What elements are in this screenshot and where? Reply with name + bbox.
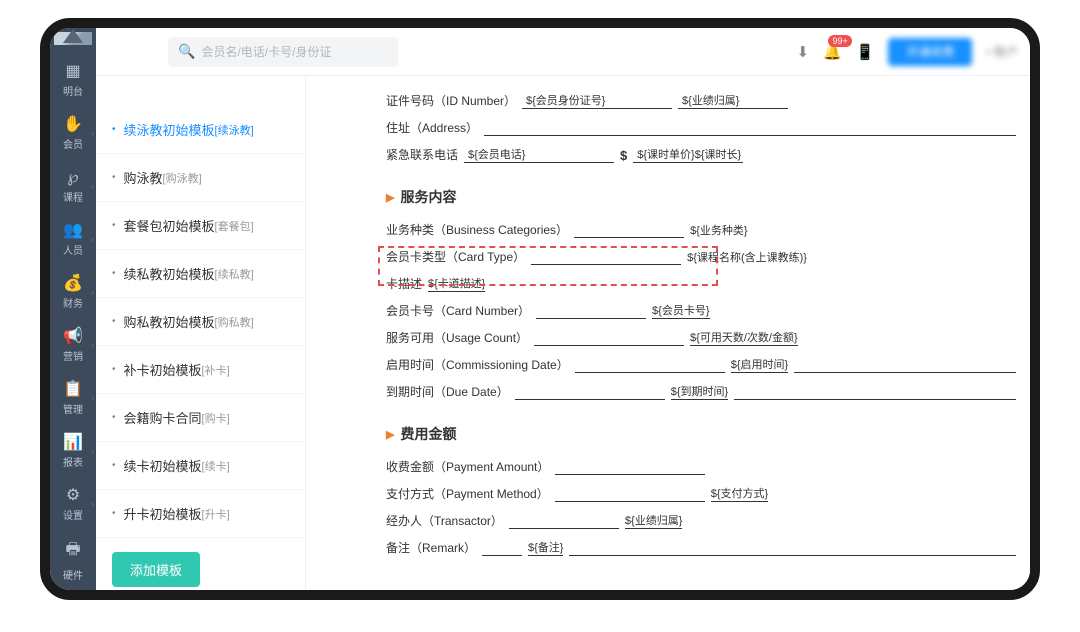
- printer-icon: 🖶: [50, 538, 96, 565]
- row-commission-date: 启用时间（Commissioning Date） ${启用时间}: [386, 356, 1016, 373]
- clipboard-icon: 📋: [50, 379, 96, 399]
- template-sidebar: 续泳教初始模板[续泳教] 购泳教[购泳教] 套餐包初始模板[套餐包] 续私教初始…: [96, 76, 306, 590]
- row-payment-method: 支付方式（Payment Method） ${支付方式}: [386, 485, 1016, 502]
- nav-finance[interactable]: 💰财务›: [50, 265, 96, 318]
- row-card-number: 会员卡号（Card Number） ${会员卡号}: [386, 302, 1016, 319]
- tablet-frame: ▦明台 ✋会员› ℘课程› 👥人员› 💰财务› 📢营销› 📋管理› 📊报表› ⚙…: [40, 18, 1040, 600]
- bell-icon[interactable]: 🔔99+: [823, 43, 842, 61]
- row-transactor: 经办人（Transactor） ${业绩归属}: [386, 512, 1016, 529]
- course-icon: ℘: [50, 167, 96, 187]
- template-item[interactable]: 套餐包初始模板[套餐包]: [96, 202, 305, 250]
- avatar[interactable]: [54, 32, 92, 45]
- row-card-description: 卡描述 ${卡道描述}: [386, 275, 1016, 292]
- row-id-number: 证件号码（ID Number） ${会员身份证号} ${业绩归属}: [386, 92, 1016, 109]
- people-icon: 👥: [50, 220, 96, 240]
- user-menu[interactable]: • 账户: [986, 43, 1018, 60]
- search-icon: 🔍: [178, 43, 195, 60]
- template-item[interactable]: 补卡初始模板[补卡]: [96, 346, 305, 394]
- form-content[interactable]: 证件号码（ID Number） ${会员身份证号} ${业绩归属} 住址（Add…: [306, 76, 1030, 590]
- template-item[interactable]: 会籍购卡合同[购卡]: [96, 394, 305, 442]
- money-icon: 💰: [50, 273, 96, 293]
- hand-icon: ✋: [50, 114, 96, 134]
- template-item[interactable]: 购泳教[购泳教]: [96, 154, 305, 202]
- row-payment-amount: 收费金额（Payment Amount）: [386, 458, 1016, 475]
- template-item[interactable]: 续泳教初始模板[续泳教]: [96, 106, 305, 154]
- row-business-category: 业务种类（Business Categories） ${业务种类}: [386, 221, 1016, 238]
- topbar: 🔍 会员名/电话/卡号/身份证 ⬇ 🔔99+ 📱 开通续费 • 账户: [96, 28, 1030, 76]
- megaphone-icon: 📢: [50, 326, 96, 346]
- nav-dashboard[interactable]: ▦明台: [50, 53, 96, 106]
- nav-hardware[interactable]: 🖶硬件: [50, 530, 96, 590]
- row-remark: 备注（Remark） ${备注}: [386, 539, 1016, 556]
- section-fee: 费用金额: [386, 424, 1016, 444]
- row-card-type: 会员卡类型（Card Type） ${课程名称(含上课教练)}: [386, 248, 1016, 265]
- template-item[interactable]: 购私教初始模板[购私教]: [96, 298, 305, 346]
- chart-icon: 📊: [50, 432, 96, 452]
- template-item[interactable]: 续私教初始模板[续私教]: [96, 250, 305, 298]
- main-sidebar: ▦明台 ✋会员› ℘课程› 👥人员› 💰财务› 📢营销› 📋管理› 📊报表› ⚙…: [50, 28, 96, 590]
- nav-member[interactable]: ✋会员›: [50, 106, 96, 159]
- nav-manage[interactable]: 📋管理›: [50, 371, 96, 424]
- template-item[interactable]: 升卡初始模板[升卡]: [96, 490, 305, 538]
- template-item[interactable]: 续卡初始模板[续卡]: [96, 442, 305, 490]
- nav-course[interactable]: ℘课程›: [50, 159, 96, 212]
- add-template-button[interactable]: 添加模板: [112, 552, 200, 587]
- row-due-date: 到期时间（Due Date） ${到期时间}: [386, 383, 1016, 400]
- phone-icon[interactable]: 📱: [856, 43, 875, 61]
- nav-settings[interactable]: ⚙设置›: [50, 477, 96, 530]
- row-address: 住址（Address）: [386, 119, 1016, 136]
- search-input[interactable]: 🔍 会员名/电话/卡号/身份证: [168, 37, 398, 67]
- nav-staff[interactable]: 👥人员›: [50, 212, 96, 265]
- row-emergency: 紧急联系电话 ${会员电话} $ ${课时单价}${课时长}: [386, 146, 1016, 163]
- section-service: 服务内容: [386, 187, 1016, 207]
- gear-icon: ⚙: [50, 485, 96, 505]
- subscribe-button[interactable]: 开通续费: [888, 38, 972, 66]
- notification-badge: 99+: [828, 35, 851, 47]
- download-icon[interactable]: ⬇: [796, 43, 809, 61]
- grid-icon: ▦: [50, 61, 96, 81]
- row-usage-count: 服务可用（Usage Count） ${可用天数/次数/金额}: [386, 329, 1016, 346]
- nav-marketing[interactable]: 📢营销›: [50, 318, 96, 371]
- nav-report[interactable]: 📊报表›: [50, 424, 96, 477]
